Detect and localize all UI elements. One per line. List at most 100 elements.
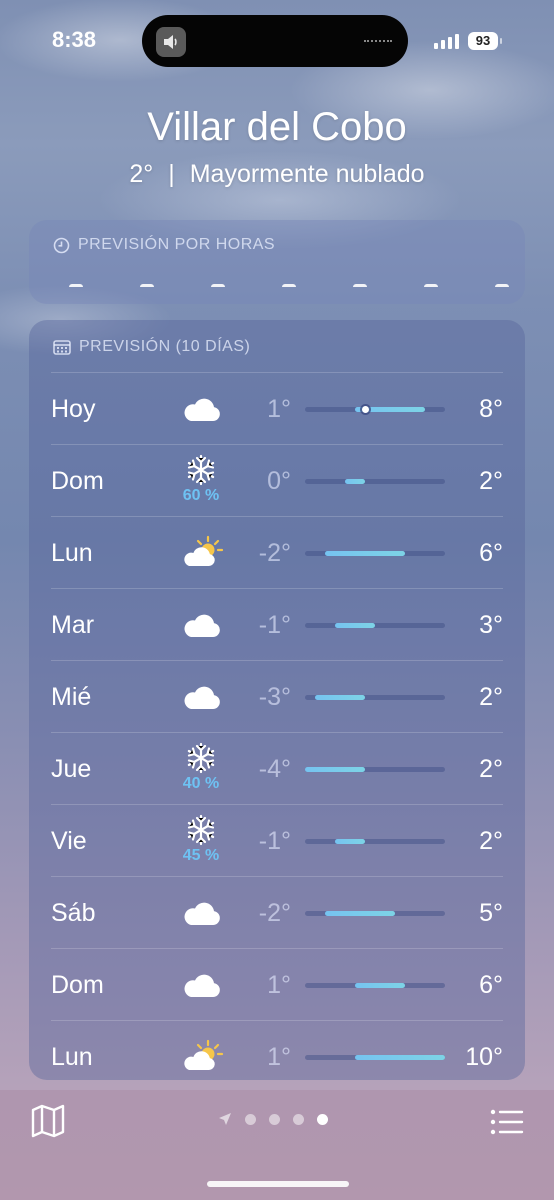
- map-icon: [31, 1104, 65, 1138]
- hourly-header: PREVISIÓN POR HORAS: [53, 236, 275, 254]
- hourly-strip[interactable]: [69, 284, 509, 293]
- current-temp-marker: [361, 406, 369, 413]
- daily-rows: Hoy 1° 8° Dom 60 % 0° 2° Lun -2° 6° Mar -1° 3° Mié -3°…: [51, 372, 503, 1092]
- hourly-header-label: PREVISIÓN POR HORAS: [78, 236, 276, 253]
- high-temp: 2°: [479, 755, 503, 783]
- page-indicator[interactable]: [218, 1112, 328, 1126]
- temp-range-track: [305, 839, 445, 844]
- snowflake-icon: 40 %: [159, 733, 243, 804]
- island-indicator: [364, 40, 392, 44]
- temp-range-track: [305, 406, 445, 413]
- current-conditions: 2° | Mayormente nublado: [0, 160, 554, 189]
- temp-range-bar: [355, 1055, 445, 1060]
- page-dot[interactable]: [245, 1113, 256, 1125]
- temp-range-track: [305, 1055, 445, 1060]
- condition-text: Mayormente nublado: [189, 160, 425, 188]
- battery-icon: 93: [468, 32, 502, 50]
- locations-list-button[interactable]: [490, 1108, 524, 1136]
- day-label: Jue: [51, 755, 92, 783]
- day-label: Lun: [51, 1043, 93, 1071]
- low-temp: -2°: [258, 899, 291, 927]
- day-label: Mar: [51, 611, 95, 639]
- low-temp: 0°: [267, 467, 291, 495]
- hourly-forecast-card[interactable]: PREVISIÓN POR HORAS: [29, 220, 525, 304]
- day-label: Vie: [51, 827, 87, 855]
- current-temp: 2°: [129, 160, 154, 188]
- cloud-icon: [159, 949, 243, 1020]
- daily-header: PREVISIÓN (10 DÍAS): [53, 338, 250, 356]
- low-temp: 1°: [267, 395, 291, 423]
- speaker-icon: [156, 27, 186, 57]
- temp-range-bar: [305, 767, 365, 772]
- forecast-row[interactable]: Sáb -2° 5°: [51, 876, 503, 948]
- signal-icon: [434, 33, 459, 49]
- forecast-row[interactable]: Mar -1° 3°: [51, 588, 503, 660]
- forecast-row[interactable]: Hoy 1° 8°: [51, 372, 503, 444]
- page-dot[interactable]: [293, 1113, 304, 1125]
- location-arrow-icon[interactable]: [218, 1112, 232, 1126]
- cloud-icon: [159, 877, 243, 948]
- day-label: Hoy: [51, 395, 96, 423]
- temp-range-track: [305, 695, 445, 700]
- daily-forecast-card[interactable]: PREVISIÓN (10 DÍAS) Hoy 1° 8° Dom 60 % 0° 2° Lu…: [29, 320, 525, 1080]
- forecast-row[interactable]: Jue 40 % -4° 2°: [51, 732, 503, 804]
- map-button[interactable]: [30, 1104, 66, 1138]
- low-temp: 1°: [267, 1043, 291, 1071]
- forecast-row[interactable]: Lun 1° 10°: [51, 1020, 503, 1092]
- clock-icon: [53, 237, 70, 253]
- forecast-row[interactable]: Dom 1° 6°: [51, 948, 503, 1020]
- snowflake-icon: 45 %: [159, 805, 243, 876]
- temp-range-track: [305, 479, 445, 484]
- temp-range-bar: [345, 479, 365, 484]
- high-temp: 2°: [479, 683, 503, 711]
- high-temp: 2°: [479, 467, 503, 495]
- forecast-row[interactable]: Mié -3° 2°: [51, 660, 503, 732]
- page-dot[interactable]: [269, 1113, 280, 1125]
- high-temp: 2°: [479, 827, 503, 855]
- cloud-icon: [159, 589, 243, 660]
- daily-header-label: PREVISIÓN (10 DÍAS): [79, 338, 251, 355]
- precip-chance: 60 %: [182, 487, 220, 504]
- partly-sunny-icon: [159, 517, 243, 588]
- temp-range-bar: [315, 695, 365, 700]
- temp-range-bar: [325, 911, 395, 916]
- dynamic-island: [142, 15, 408, 67]
- home-indicator[interactable]: [207, 1181, 349, 1187]
- precip-chance: 45 %: [182, 847, 220, 864]
- temp-range-bar: [335, 623, 375, 628]
- forecast-row[interactable]: Lun -2° 6°: [51, 516, 503, 588]
- cloud-icon: [159, 373, 243, 444]
- temp-range-track: [305, 911, 445, 916]
- forecast-row[interactable]: Vie 45 % -1° 2°: [51, 804, 503, 876]
- partly-sunny-icon: [159, 1021, 243, 1092]
- high-temp: 3°: [479, 611, 503, 639]
- temp-range-track: [305, 983, 445, 988]
- low-temp: -1°: [258, 827, 291, 855]
- page-dot[interactable]: [317, 1113, 328, 1125]
- snowflake-icon: 60 %: [159, 445, 243, 516]
- forecast-row[interactable]: Dom 60 % 0° 2°: [51, 444, 503, 516]
- low-temp: -4°: [258, 755, 291, 783]
- temp-range-bar: [325, 551, 405, 556]
- high-temp: 6°: [479, 971, 503, 999]
- high-temp: 5°: [479, 899, 503, 927]
- day-label: Dom: [51, 467, 104, 495]
- cloud-icon: [159, 661, 243, 732]
- temp-range-bar: [335, 839, 365, 844]
- day-label: Dom: [51, 971, 104, 999]
- high-temp: 6°: [479, 539, 503, 567]
- high-temp: 10°: [465, 1043, 503, 1071]
- day-label: Sáb: [51, 899, 96, 927]
- low-temp: -1°: [258, 611, 291, 639]
- temp-range-bar: [355, 983, 405, 988]
- temp-range-track: [305, 551, 445, 556]
- temp-range-track: [305, 767, 445, 772]
- low-temp: 1°: [267, 971, 291, 999]
- day-label: Mié: [51, 683, 92, 711]
- high-temp: 8°: [479, 395, 503, 423]
- temp-range-track: [305, 623, 445, 628]
- low-temp: -3°: [258, 683, 291, 711]
- separator: |: [168, 160, 175, 188]
- city-name: Villar del Cobo: [147, 105, 407, 149]
- status-time: 8:38: [52, 27, 97, 52]
